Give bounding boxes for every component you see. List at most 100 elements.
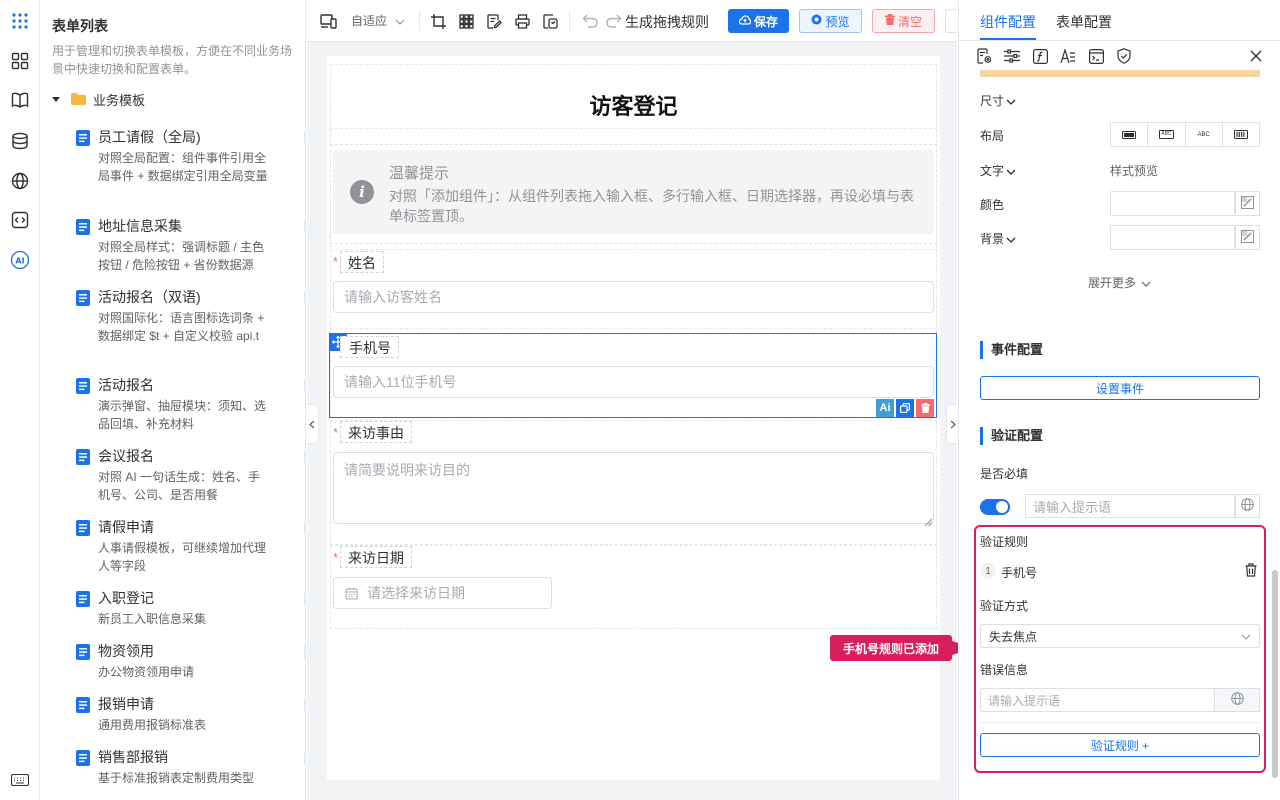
preview-button[interactable]: 预览 bbox=[799, 9, 862, 33]
template-name: 会议报名 bbox=[98, 448, 154, 464]
template-name: 员工请假（全局) bbox=[98, 129, 201, 145]
chevron-down-icon bbox=[1006, 232, 1016, 246]
caret-down-icon[interactable] bbox=[52, 96, 60, 102]
form-doc-icon bbox=[76, 290, 90, 306]
edit-icon[interactable] bbox=[304, 378, 305, 396]
edit-icon[interactable] bbox=[304, 290, 305, 308]
device-icon[interactable] bbox=[319, 12, 337, 30]
add-rule-button[interactable]: 验证规则 + bbox=[980, 733, 1260, 757]
layout-option-text[interactable]: ABC bbox=[1186, 123, 1223, 146]
expand-more-button[interactable]: 展开更多 bbox=[1088, 274, 1151, 291]
error-message-input[interactable]: 请输入提示语 bbox=[980, 688, 1215, 712]
template-name: 报销申请 bbox=[98, 696, 154, 712]
redo-icon[interactable] bbox=[605, 12, 623, 30]
sliders-icon[interactable] bbox=[1003, 47, 1021, 65]
edit-doc-icon[interactable] bbox=[485, 12, 503, 30]
color-picker-icon bbox=[1241, 195, 1254, 212]
tip-text: 对照「添加组件」：从组件列表拖入输入框、多行输入框、日期选择器，再设必填与表单标… bbox=[389, 188, 914, 224]
tab-form-config[interactable]: 表单配置 bbox=[1056, 12, 1112, 32]
edit-icon[interactable] bbox=[304, 591, 305, 609]
edit-icon[interactable] bbox=[304, 644, 305, 662]
color-picker-button[interactable] bbox=[1235, 191, 1260, 216]
json-icon[interactable] bbox=[541, 12, 559, 30]
close-icon[interactable] bbox=[1248, 47, 1264, 65]
form-doc-icon bbox=[76, 520, 90, 536]
required-i18n-button[interactable] bbox=[1235, 494, 1260, 518]
print-icon[interactable] bbox=[513, 12, 531, 30]
name-input[interactable]: 请输入访客姓名 bbox=[333, 281, 934, 313]
size-section-toggle[interactable]: 尺寸 bbox=[980, 92, 1016, 109]
apps-grid-icon[interactable] bbox=[10, 11, 30, 31]
trash-icon bbox=[920, 401, 930, 416]
copy-button[interactable] bbox=[896, 399, 914, 417]
shield-check-icon[interactable] bbox=[1115, 47, 1133, 65]
function-icon[interactable] bbox=[1031, 47, 1049, 65]
code-icon[interactable] bbox=[10, 210, 30, 230]
database-icon[interactable] bbox=[10, 131, 30, 151]
phone-input[interactable]: 请输入11位手机号 bbox=[333, 366, 934, 398]
form-settings-icon[interactable] bbox=[975, 47, 993, 65]
layout-option-block[interactable] bbox=[1111, 123, 1149, 146]
overflow-button[interactable] bbox=[945, 9, 957, 33]
edit-icon[interactable] bbox=[304, 520, 305, 538]
resize-handle-icon[interactable] bbox=[924, 514, 933, 527]
panel-scrollbar[interactable] bbox=[1272, 570, 1278, 778]
chevron-down-icon bbox=[1006, 164, 1016, 178]
required-message-input[interactable]: 请输入提示语 bbox=[1025, 494, 1235, 518]
delete-rule-button[interactable] bbox=[1243, 562, 1259, 579]
text-section-toggle[interactable]: 文字 bbox=[980, 162, 1016, 179]
save-button[interactable]: 保存 bbox=[728, 9, 789, 33]
edit-icon[interactable] bbox=[304, 130, 305, 148]
set-event-button[interactable]: 设置事件 bbox=[980, 376, 1260, 400]
edit-icon[interactable] bbox=[304, 750, 305, 768]
layout-option-inline-text: ABC bbox=[1159, 130, 1174, 139]
grid-icon[interactable] bbox=[457, 12, 475, 30]
text-style-icon[interactable] bbox=[1059, 47, 1077, 65]
background-section-toggle[interactable]: 背景 bbox=[980, 230, 1016, 247]
callout-text: 手机号规则已添加 bbox=[830, 635, 952, 661]
collapse-left-button[interactable] bbox=[306, 404, 319, 444]
layout-option-full[interactable] bbox=[1223, 123, 1259, 146]
color-picker-icon bbox=[1241, 229, 1254, 246]
color-input[interactable] bbox=[1110, 191, 1235, 216]
rule-name[interactable]: 手机号 bbox=[1001, 564, 1037, 581]
edit-icon[interactable] bbox=[304, 697, 305, 715]
divider bbox=[419, 11, 420, 31]
copy-icon bbox=[900, 401, 911, 416]
ai-icon[interactable]: AI bbox=[10, 250, 30, 270]
tab-component-config[interactable]: 组件配置 bbox=[980, 12, 1036, 32]
layout-segmented: ABC ABC bbox=[1110, 122, 1260, 147]
components-icon[interactable] bbox=[10, 51, 30, 71]
edit-icon[interactable] bbox=[304, 219, 305, 237]
terminal-icon[interactable] bbox=[1087, 47, 1105, 65]
book-icon[interactable] bbox=[10, 90, 30, 110]
ai-action-button[interactable]: Ai bbox=[876, 399, 894, 417]
layout-option-inline[interactable]: ABC bbox=[1148, 123, 1186, 146]
clear-label: 清空 bbox=[897, 14, 922, 29]
form-title: 访客登记 bbox=[589, 94, 678, 119]
form-page: 访客登记 i 温馨提示 对照「添加组件」：从组件列表拖入输入框、多行输入框、日期… bbox=[327, 56, 940, 780]
edit-icon[interactable] bbox=[304, 449, 305, 467]
chevron-right-icon bbox=[950, 417, 956, 432]
template-desc: 通用费用报销标准表 bbox=[98, 718, 207, 732]
size-label: 尺寸 bbox=[980, 94, 1005, 108]
folder-icon bbox=[71, 93, 86, 105]
trigger-select[interactable]: 失去焦点 bbox=[980, 624, 1260, 648]
tip-alert[interactable]: i 温馨提示 对照「添加组件」：从组件列表拖入输入框、多行输入框、日期选择器，再… bbox=[333, 150, 934, 234]
delete-field-button[interactable] bbox=[916, 399, 934, 417]
icon-rail: AI bbox=[0, 0, 40, 800]
generate-rule-button[interactable]: 生成拖拽规则 bbox=[625, 12, 709, 32]
globe-icon[interactable] bbox=[10, 171, 30, 191]
error-i18n-button[interactable] bbox=[1214, 688, 1260, 712]
layout-mode-select[interactable]: 自适应 bbox=[351, 12, 405, 29]
date-picker[interactable]: 请选择来访日期 bbox=[333, 577, 552, 609]
tree-category[interactable]: 业务模板 bbox=[52, 90, 145, 108]
clear-button[interactable]: 清空 bbox=[872, 9, 935, 33]
required-toggle[interactable] bbox=[980, 499, 1010, 515]
crop-icon[interactable] bbox=[429, 12, 447, 30]
background-input[interactable] bbox=[1110, 225, 1235, 250]
background-picker-button[interactable] bbox=[1235, 225, 1260, 250]
undo-icon[interactable] bbox=[581, 12, 599, 30]
reason-textarea[interactable]: 请简要说明来访目的 bbox=[333, 452, 934, 524]
keyboard-icon[interactable] bbox=[10, 770, 30, 790]
